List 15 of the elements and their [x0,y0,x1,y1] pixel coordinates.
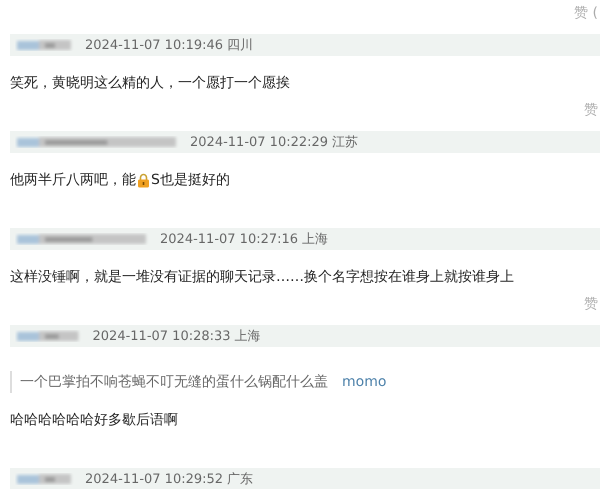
quote-author-link[interactable]: momo [342,374,386,390]
like-button[interactable]: 赞 [584,101,598,119]
like-button[interactable]: 赞 [584,295,598,313]
comment-text: 这样没锤啊，就是一堆没有证据的聊天记录……换个名字想按在谁身上就按谁身上 [9,268,515,287]
like-count[interactable]: 赞 ( [574,4,598,22]
comment-time: 2024-11-07 10:27:16 上海 [160,231,328,248]
comment-time: 2024-11-07 10:29:52 广东 [85,471,254,488]
comment-time: 2024-11-07 10:28:33 上海 [92,328,261,345]
comment-text: 他两半斤八两吧，能 S也是挺好的 [9,171,231,190]
comment-time: 2024-11-07 10:19:46 四川 [85,37,254,54]
lock-icon [137,172,150,188]
comment-text: 笑死，黄晓明这么精的人，一个愿打一个愿挨 [9,74,291,93]
comment-text: 哈哈哈哈哈哈好多歇后语啊 [9,411,179,430]
comment-time: 2024-11-07 10:22:29 江苏 [190,134,358,151]
quote-text: 一个巴掌拍不响苍蝇不叮无缝的蛋什么锅配什么盖 [20,373,328,391]
